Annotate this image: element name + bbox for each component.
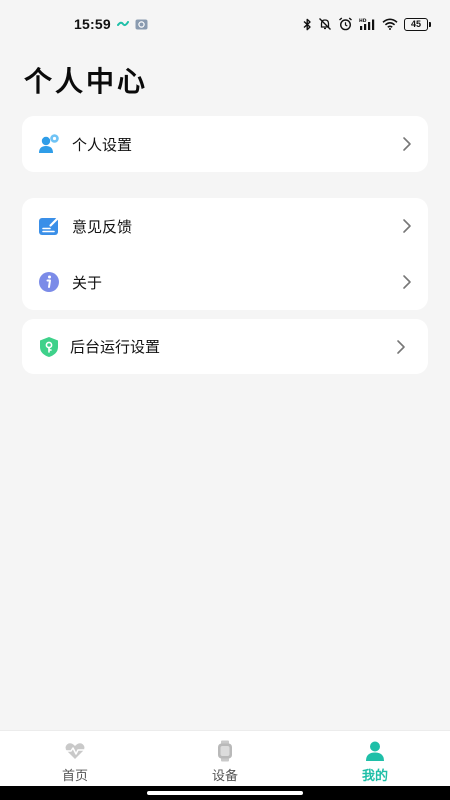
wifi-icon xyxy=(382,18,398,30)
system-nav-bar xyxy=(0,786,450,800)
app-badge-icon xyxy=(135,19,148,30)
svg-text:HD: HD xyxy=(359,18,367,24)
personal-settings-item[interactable]: 个人设置 xyxy=(22,116,428,172)
tab-home-label: 首页 xyxy=(61,769,88,784)
info-card: 意见反馈 关于 xyxy=(22,198,428,310)
battery-indicator: 45 xyxy=(404,17,431,31)
status-bar-right: HD 45 xyxy=(303,17,431,31)
home-indicator[interactable] xyxy=(147,791,303,795)
background-run-label: 后台运行设置 xyxy=(70,338,161,356)
cellular-signal-icon: HD xyxy=(359,18,376,31)
personal-settings-label: 个人设置 xyxy=(72,135,133,154)
bluetooth-icon xyxy=(303,18,312,31)
background-run-settings-item[interactable]: 后台运行设置 xyxy=(22,319,428,374)
tab-mine[interactable]: 我的 xyxy=(300,731,450,786)
info-icon xyxy=(38,271,60,293)
status-bar: 15:59 HD 45 xyxy=(0,0,450,48)
feedback-icon xyxy=(38,215,60,237)
feedback-item[interactable]: 意见反馈 xyxy=(22,198,428,254)
app-notification-icon xyxy=(116,19,129,29)
feedback-label: 意见反馈 xyxy=(72,217,133,236)
mute-bell-icon xyxy=(318,17,332,31)
status-time: 15:59 xyxy=(74,16,111,32)
bottom-tab-bar: 首页 设备 我的 xyxy=(0,730,450,786)
user-gear-icon xyxy=(38,133,60,155)
chevron-right-icon xyxy=(402,274,412,290)
settings-card: 个人设置 xyxy=(22,116,428,172)
shield-icon xyxy=(38,336,60,358)
chevron-right-icon xyxy=(402,136,412,152)
tab-home[interactable]: 首页 xyxy=(0,731,150,786)
status-bar-left: 15:59 xyxy=(74,16,148,32)
page-title: 个人中心 xyxy=(24,65,149,98)
about-label: 关于 xyxy=(72,273,103,292)
background-card: 后台运行设置 xyxy=(22,319,428,374)
tab-mine-label: 我的 xyxy=(361,769,388,784)
watch-icon xyxy=(214,740,236,762)
person-icon xyxy=(364,740,386,762)
alarm-icon xyxy=(338,17,353,31)
chevron-right-icon xyxy=(396,339,406,355)
about-item[interactable]: 关于 xyxy=(22,254,428,310)
heart-pulse-icon xyxy=(64,740,86,762)
tab-device[interactable]: 设备 xyxy=(150,731,300,786)
tab-device-label: 设备 xyxy=(211,769,238,784)
chevron-right-icon xyxy=(402,218,412,234)
